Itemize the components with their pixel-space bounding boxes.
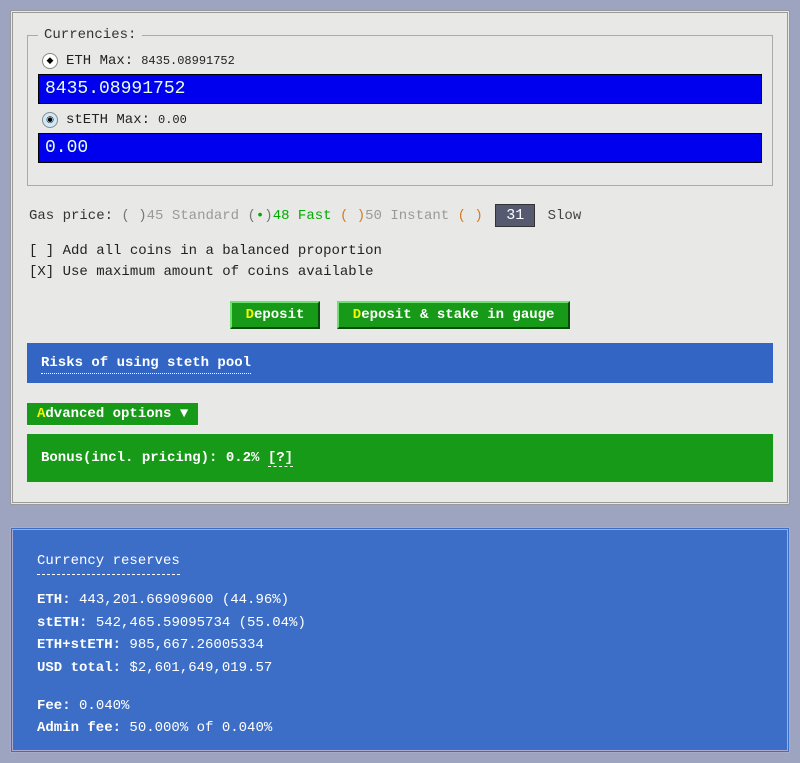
eth-row: ◆ ETH Max: 8435.08991752 (38, 53, 762, 104)
eth-icon: ◆ (42, 53, 58, 69)
advanced-panel: Bonus(incl. pricing): 0.2% [?] (27, 434, 773, 482)
gas-slow-radio[interactable]: ( ) (458, 208, 483, 224)
reserve-steth: stETH: 542,465.59095734 (55.04%) (37, 612, 763, 634)
reserves-title: Currency reserves (37, 550, 180, 575)
steth-icon: ◉ (42, 112, 58, 128)
usemax-checkbox[interactable]: [X] Use maximum amount of coins availabl… (29, 262, 771, 283)
options-block: [ ] Add all coins in a balanced proporti… (29, 241, 771, 283)
reserve-fee: Fee: 0.040% (37, 695, 763, 717)
gas-fast-radio[interactable]: (•)48 Fast (247, 208, 331, 224)
gas-slow-input[interactable] (495, 204, 535, 227)
steth-label: stETH Max: (66, 112, 150, 128)
eth-max: 8435.08991752 (141, 54, 235, 68)
steth-label-line[interactable]: ◉ stETH Max: 0.00 (38, 112, 762, 128)
reserve-usd: USD total: $2,601,649,019.57 (37, 657, 763, 679)
main-panel: Currencies: ◆ ETH Max: 8435.08991752 ◉ s… (10, 10, 790, 505)
gas-standard-radio[interactable]: ( )45 Standard (121, 208, 239, 224)
button-row: Deposit Deposit & stake in gauge (27, 301, 773, 329)
currencies-fieldset: Currencies: ◆ ETH Max: 8435.08991752 ◉ s… (27, 27, 773, 186)
reserve-sum: ETH+stETH: 985,667.26005334 (37, 634, 763, 656)
bonus-label: Bonus(incl. pricing): (41, 450, 217, 466)
gas-price-row: Gas price: ( )45 Standard (•)48 Fast ( )… (29, 204, 771, 227)
steth-row: ◉ stETH Max: 0.00 (38, 112, 762, 163)
eth-input[interactable] (38, 74, 762, 104)
advanced-options-toggle[interactable]: Advanced options ▼ (27, 403, 198, 426)
eth-label: ETH Max: (66, 53, 133, 69)
deposit-button[interactable]: Deposit (230, 301, 321, 329)
reserve-admin-fee: Admin fee: 50.000% of 0.040% (37, 717, 763, 739)
risks-link[interactable]: Risks of using steth pool (27, 343, 773, 383)
deposit-stake-button[interactable]: Deposit & stake in gauge (337, 301, 571, 329)
steth-max: 0.00 (158, 113, 187, 127)
reserves-panel: Currency reserves ETH: 443,201.66909600 … (10, 527, 790, 753)
currencies-legend: Currencies: (38, 27, 142, 43)
gas-instant-radio[interactable]: ( )50 Instant (340, 208, 449, 224)
bonus-value: 0.2% (226, 450, 260, 466)
balanced-checkbox[interactable]: [ ] Add all coins in a balanced proporti… (29, 241, 771, 262)
reserve-eth: ETH: 443,201.66909600 (44.96%) (37, 589, 763, 611)
gas-slow-name: Slow (548, 208, 582, 224)
gas-label: Gas price: (29, 208, 113, 224)
bonus-help-icon[interactable]: [?] (268, 450, 293, 467)
steth-input[interactable] (38, 133, 762, 163)
eth-label-line[interactable]: ◆ ETH Max: 8435.08991752 (38, 53, 762, 69)
